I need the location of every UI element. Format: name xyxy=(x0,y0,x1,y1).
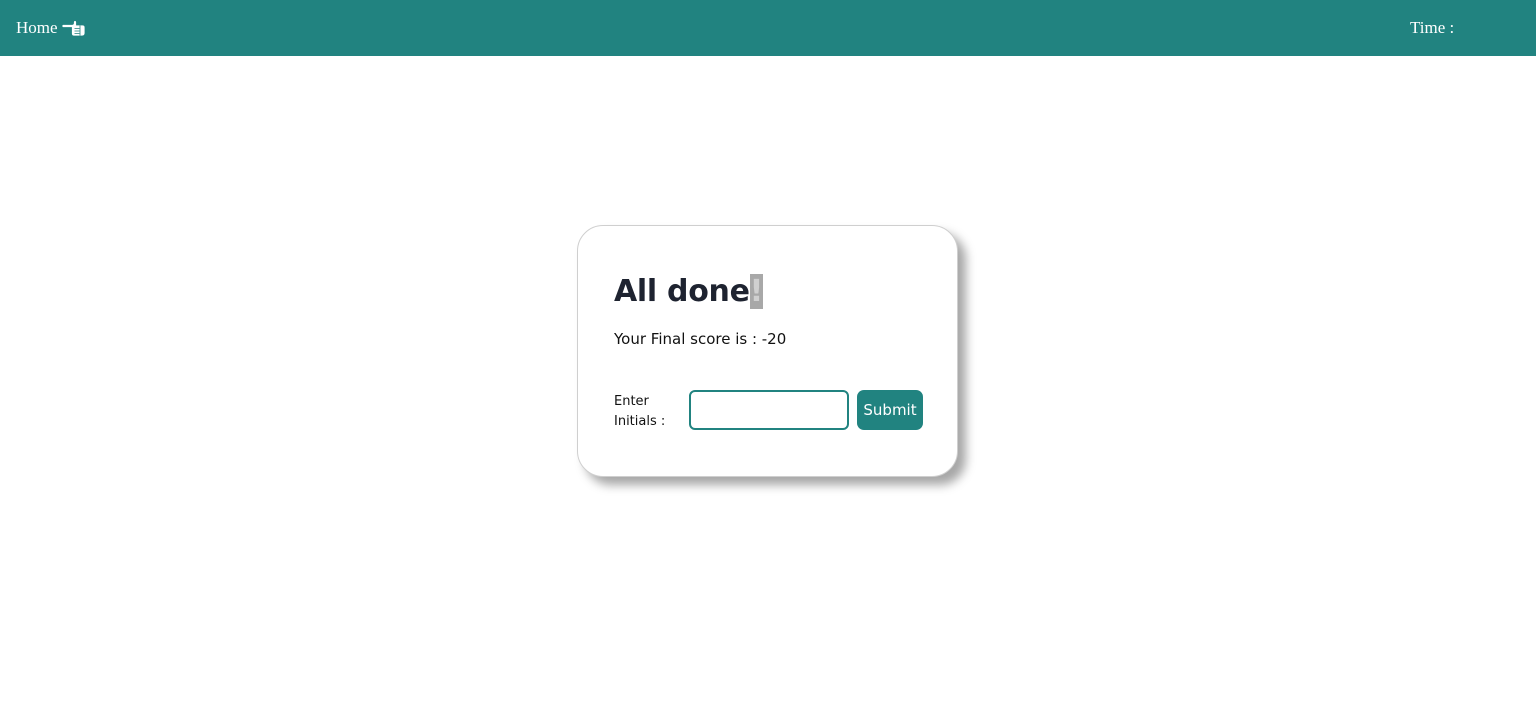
home-link[interactable]: Home xyxy=(16,17,86,39)
results-title-text: All done xyxy=(614,274,750,309)
initials-input[interactable] xyxy=(689,390,849,430)
home-link-label: Home xyxy=(16,18,58,37)
initials-label: Enter Initials : xyxy=(614,394,666,429)
submit-button[interactable]: Submit xyxy=(857,390,923,430)
final-score-text: Your Final score is : -20 xyxy=(614,330,787,348)
timer-label: Time : xyxy=(1410,18,1455,37)
results-title-exclamation: ! xyxy=(749,274,764,309)
timer-display: Time : xyxy=(1410,17,1458,39)
results-title: All done! xyxy=(614,272,763,312)
results-card: All done! Your Final score is : -20 Ente… xyxy=(577,225,958,477)
pointing-hand-icon xyxy=(61,19,86,37)
top-navbar: Home Time : xyxy=(0,0,1536,56)
